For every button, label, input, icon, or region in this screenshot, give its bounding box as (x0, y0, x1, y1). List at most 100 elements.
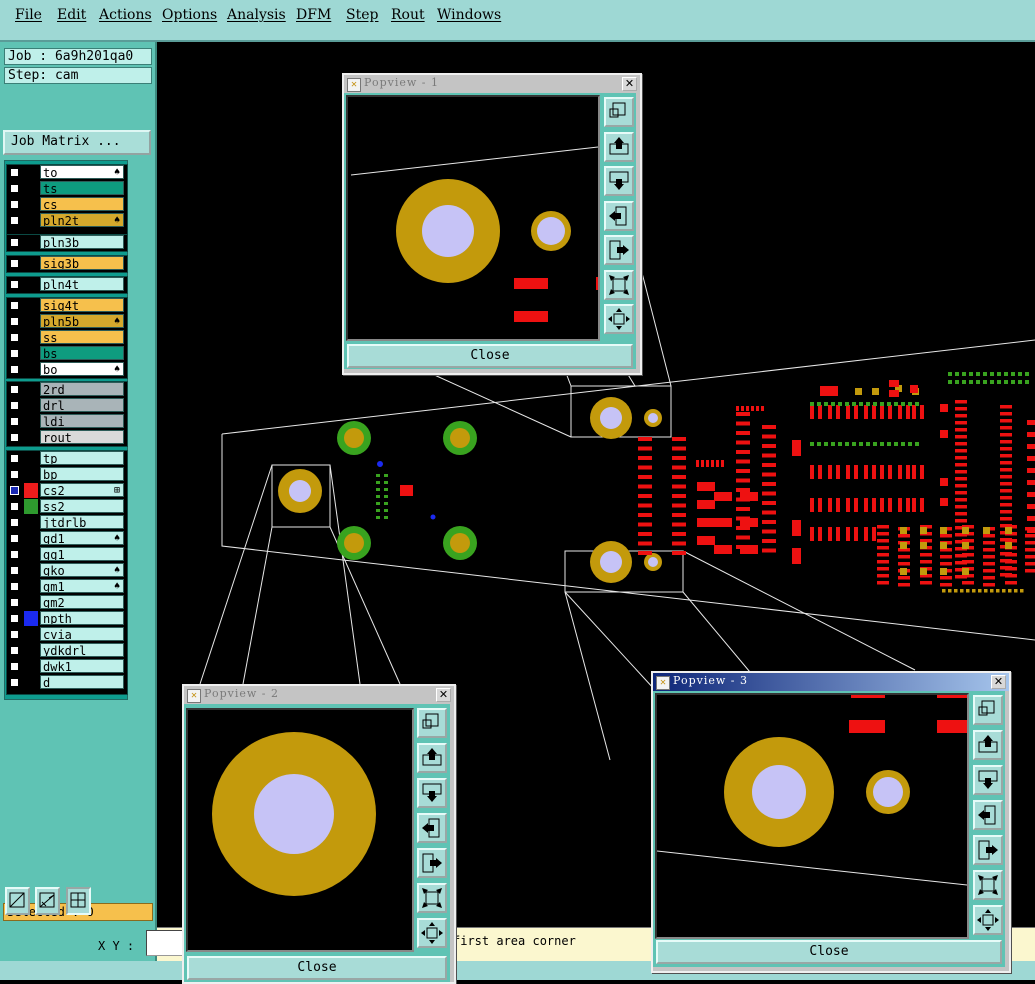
layer-name[interactable]: cs (40, 197, 124, 211)
select-area-button[interactable] (5, 887, 30, 915)
layer-checkbox[interactable] (10, 486, 19, 495)
pan-down-button[interactable] (973, 765, 1003, 795)
menu-dfm[interactable]: DFM (296, 7, 331, 23)
layer-checkbox[interactable] (10, 566, 19, 575)
layer-checkbox[interactable] (10, 200, 19, 209)
layer-name[interactable]: sig3b (40, 256, 124, 270)
menu-step[interactable]: Step (346, 7, 378, 23)
layer-name[interactable]: dwk1 (40, 659, 124, 673)
layer-checkbox[interactable] (10, 550, 19, 559)
layer-name[interactable]: ss (40, 330, 124, 344)
layer-row-gko[interactable]: gko ♠ (5, 563, 125, 578)
layer-row-gg1[interactable]: gg1 (5, 547, 125, 562)
layer-row-npth[interactable]: npth (5, 611, 125, 626)
zoom-fit-button[interactable] (417, 708, 447, 738)
layer-name[interactable]: to ♠ (40, 165, 124, 179)
layer-checkbox[interactable] (10, 401, 19, 410)
menu-windows[interactable]: Windows (437, 7, 501, 23)
menu-analysis[interactable]: Analysis (227, 7, 286, 23)
layer-row-ts[interactable]: ts (5, 181, 125, 196)
layer-row-ldi[interactable]: ldi (5, 414, 125, 429)
layer-checkbox[interactable] (10, 301, 19, 310)
layer-checkbox[interactable] (10, 417, 19, 426)
pan-right-button[interactable] (973, 835, 1003, 865)
layer-name[interactable]: 2rd (40, 382, 124, 396)
pan-down-button[interactable] (604, 166, 634, 196)
layer-row-bo[interactable]: bo ♠ (5, 362, 125, 377)
zoom-in-button[interactable] (604, 304, 634, 334)
layer-row-to[interactable]: to ♠ (5, 165, 125, 180)
layer-checkbox[interactable] (10, 168, 19, 177)
zoom-out-button[interactable] (604, 270, 634, 300)
layer-row-rout[interactable]: rout (5, 430, 125, 445)
layer-name[interactable]: pln4t (40, 277, 124, 291)
layer-row-pln2t[interactable]: pln2t ♠ (5, 213, 125, 228)
menu-options[interactable]: Options (162, 7, 217, 23)
layer-checkbox[interactable] (10, 534, 19, 543)
layer-name[interactable]: ss2 (40, 499, 124, 513)
layer-row-tp[interactable]: tp (5, 451, 125, 466)
layer-row-sig3b[interactable]: sig3b (5, 256, 125, 271)
layer-name[interactable]: gm2 (40, 595, 124, 609)
layer-name[interactable]: gm1 ♠ (40, 579, 124, 593)
pan-down-button[interactable] (417, 778, 447, 808)
close-icon[interactable]: ✕ (436, 688, 451, 702)
layer-name[interactable]: gko ♠ (40, 563, 124, 577)
layer-row-gm1[interactable]: gm1 ♠ (5, 579, 125, 594)
layer-name[interactable]: d (40, 675, 124, 689)
pan-left-button[interactable] (417, 813, 447, 843)
layer-row-dwk1[interactable]: dwk1 (5, 659, 125, 674)
layer-checkbox[interactable] (10, 259, 19, 268)
pan-up-button[interactable] (417, 743, 447, 773)
layer-row-d[interactable]: d (5, 675, 125, 690)
layer-checkbox[interactable] (10, 216, 19, 225)
layer-name[interactable]: rout (40, 430, 124, 444)
zoom-out-button[interactable] (973, 870, 1003, 900)
pan-right-button[interactable] (604, 235, 634, 265)
layer-row-gd1[interactable]: gd1 ♠ (5, 531, 125, 546)
layer-checkbox[interactable] (10, 280, 19, 289)
pan-left-button[interactable] (604, 201, 634, 231)
layer-checkbox[interactable] (10, 433, 19, 442)
layer-checkbox[interactable] (10, 333, 19, 342)
layer-checkbox[interactable] (10, 630, 19, 639)
layer-checkbox[interactable] (10, 454, 19, 463)
layer-name[interactable]: jtdrlb (40, 515, 124, 529)
close-icon[interactable]: ✕ (622, 77, 637, 91)
measure-button[interactable] (35, 887, 60, 915)
layer-display-color[interactable] (24, 499, 38, 514)
layer-row-jtdrlb[interactable]: jtdrlb (5, 515, 125, 530)
popview-2-close-button[interactable]: Close (187, 956, 447, 980)
layer-row-ss[interactable]: ss (5, 330, 125, 345)
layer-checkbox[interactable] (10, 317, 19, 326)
job-matrix-button[interactable]: Job Matrix ... (3, 130, 151, 155)
layer-name[interactable]: cvia (40, 627, 124, 641)
popview-1-canvas[interactable] (346, 95, 600, 341)
menu-actions[interactable]: Actions (99, 7, 152, 23)
layer-row-bp[interactable]: bp (5, 467, 125, 482)
layer-name[interactable]: sig4t (40, 298, 124, 312)
popview-2-titlebar[interactable]: ✕ Popview - 2 ✕ (184, 686, 454, 704)
layer-checkbox[interactable] (10, 518, 19, 527)
layer-row-ss2[interactable]: ss2 (5, 499, 125, 514)
snap-grid-button[interactable] (66, 887, 91, 915)
popview-3-canvas[interactable] (655, 693, 969, 939)
layer-checkbox[interactable] (10, 502, 19, 511)
layer-row-gm2[interactable]: gm2 (5, 595, 125, 610)
layer-name[interactable]: npth (40, 611, 124, 625)
layer-display-color[interactable] (24, 483, 38, 498)
layer-row-drl[interactable]: drl (5, 398, 125, 413)
zoom-in-button[interactable] (973, 905, 1003, 935)
layer-name[interactable]: bo ♠ (40, 362, 124, 376)
layer-row-2rd[interactable]: 2rd (5, 382, 125, 397)
layer-row-bs[interactable]: bs (5, 346, 125, 361)
layer-checkbox[interactable] (10, 614, 19, 623)
menu-file[interactable]: File (15, 7, 42, 23)
layer-name[interactable]: pln2t ♠ (40, 213, 124, 227)
layer-row-pln4t[interactable]: pln4t (5, 277, 125, 292)
popview-3-close-button[interactable]: Close (656, 940, 1002, 964)
layer-checkbox[interactable] (10, 598, 19, 607)
layer-row-sig4t[interactable]: sig4t (5, 298, 125, 313)
layer-row-pln5b[interactable]: pln5b ♠ (5, 314, 125, 329)
popview-1-close-button[interactable]: Close (347, 344, 633, 368)
